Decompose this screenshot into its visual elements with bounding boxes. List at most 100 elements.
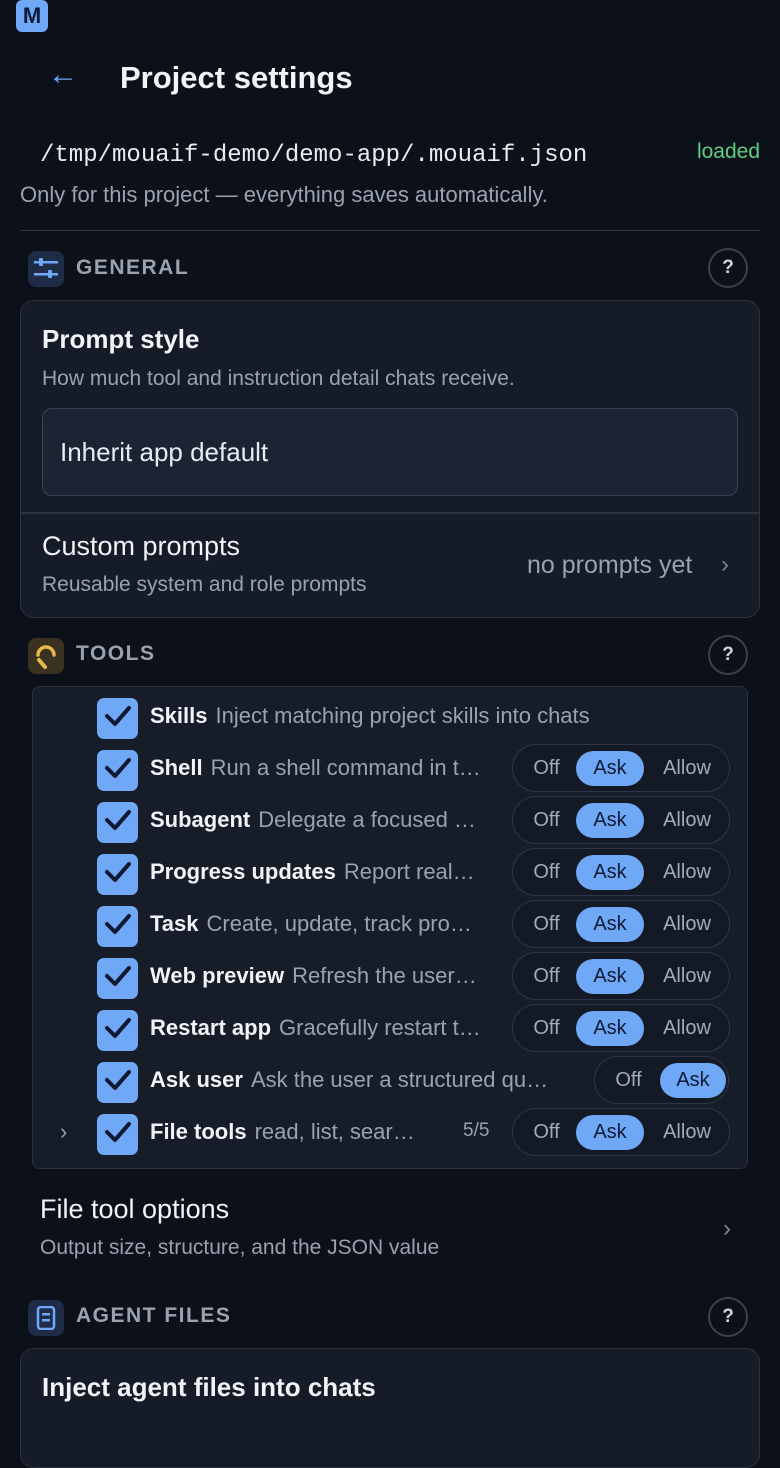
tool-row: Shell Run a shell command in t… Off Ask Allo…: [0, 744, 780, 796]
permission-segmented-control: Off Ask: [594, 1056, 729, 1104]
tool-checkbox[interactable]: [97, 1010, 138, 1051]
permission-option-allow[interactable]: Allow: [649, 907, 725, 942]
permission-option-off[interactable]: Off: [519, 751, 574, 786]
tool-description: Inject matching project skills into chat…: [215, 703, 590, 728]
permission-option-allow[interactable]: Allow: [649, 751, 725, 786]
permission-option-allow[interactable]: Allow: [649, 1115, 725, 1150]
tool-description: Gracefully restart t…: [279, 1015, 481, 1040]
tool-row: Subagent Delegate a focused … Off Ask Allow: [0, 796, 780, 848]
permission-segmented-control: Off Ask Allow: [512, 1004, 730, 1052]
permission-segmented-control: Off Ask Allow: [512, 952, 730, 1000]
tool-name: Restart app: [150, 1015, 272, 1040]
agent-files-card-title: Inject agent files into chats: [42, 1372, 376, 1402]
permission-option-ask[interactable]: Ask: [576, 855, 644, 890]
permission-segmented-control: Off Ask Allow: [512, 1108, 730, 1156]
config-path: /tmp/mouaif-demo/demo-app/.mouaif.json: [40, 142, 588, 169]
tool-checkbox[interactable]: [97, 958, 138, 999]
status-badge: loaded: [696, 140, 760, 163]
tool-checkbox[interactable]: [97, 1062, 138, 1103]
chevron-right-icon: ›: [723, 1215, 731, 1242]
tool-name: Shell: [150, 755, 203, 780]
permission-option-ask[interactable]: Ask: [576, 1011, 644, 1046]
permission-option-ask[interactable]: Ask: [576, 907, 644, 942]
permission-option-ask[interactable]: Ask: [660, 1063, 726, 1098]
permission-option-ask[interactable]: Ask: [576, 803, 644, 838]
permission-option-off[interactable]: Off: [519, 855, 574, 890]
checkmark-icon: [104, 964, 132, 993]
tool-checkbox[interactable]: [97, 698, 138, 739]
permission-option-off[interactable]: Off: [601, 1063, 656, 1098]
wrench-icon: [28, 638, 64, 674]
custom-prompts-value: no prompts yet: [527, 551, 693, 579]
checkmark-icon: [104, 704, 132, 733]
tool-row: Ask user Ask the user a structured qu… Off…: [0, 1056, 780, 1108]
tool-row: Restart app Gracefully restart t… Off Ask Al…: [0, 1004, 780, 1056]
tool-row: Progress updates Report real… Off Ask Allow: [0, 848, 780, 900]
tool-checkbox[interactable]: [97, 854, 138, 895]
tool-label: Shell Run a shell command in t…: [150, 755, 500, 781]
tool-row: Web preview Refresh the user… Off Ask Allow: [0, 952, 780, 1004]
permission-option-ask[interactable]: Ask: [576, 1115, 644, 1150]
permission-option-ask[interactable]: Ask: [576, 959, 644, 994]
checkmark-icon: [104, 860, 132, 889]
tool-description: Delegate a focused …: [258, 807, 476, 832]
app-logo: M: [16, 0, 48, 32]
sliders-icon: [28, 251, 64, 287]
tool-label: Restart app Gracefully restart t…: [150, 1015, 500, 1041]
tool-row: Task Create, update, track pro… Off Ask Allo…: [0, 900, 780, 952]
tool-name: Progress updates: [150, 859, 336, 884]
tool-description: read, list, sear…: [254, 1119, 415, 1144]
page-title: Project settings: [120, 60, 353, 95]
checkmark-icon: [104, 1016, 132, 1045]
tool-description: Run a shell command in t…: [210, 755, 481, 780]
chevron-right-icon: ›: [721, 551, 729, 578]
expand-chevron-icon[interactable]: ›: [60, 1119, 67, 1145]
header-divider: [20, 230, 760, 231]
section-label-agent-files: AGENT FILES: [76, 1304, 232, 1327]
tool-checkbox[interactable]: [97, 802, 138, 843]
permission-option-allow[interactable]: Allow: [649, 1011, 725, 1046]
permission-segmented-control: Off Ask Allow: [512, 796, 730, 844]
permission-option-allow[interactable]: Allow: [649, 959, 725, 994]
tool-label: File tools read, list, sear…: [150, 1119, 452, 1145]
tools-help-button[interactable]: ?: [708, 635, 748, 675]
agent-files-card: [20, 1348, 760, 1468]
permission-segmented-control: Off Ask Allow: [512, 900, 730, 948]
file-tool-options-title: File tool options: [40, 1194, 230, 1224]
tool-name: Web preview: [150, 963, 285, 988]
checkmark-icon: [104, 912, 132, 941]
permission-option-off[interactable]: Off: [519, 1011, 574, 1046]
checkmark-icon: [104, 1120, 132, 1149]
permission-option-off[interactable]: Off: [519, 959, 574, 994]
tool-row: Skills Inject matching project skills int…: [0, 692, 780, 744]
prompt-style-description: How much tool and instruction detail cha…: [42, 367, 515, 390]
tool-description: Refresh the user…: [292, 963, 477, 988]
tool-name: Task: [150, 911, 199, 936]
general-help-button[interactable]: ?: [708, 248, 748, 288]
tool-checkbox[interactable]: [97, 750, 138, 791]
permission-option-allow[interactable]: Allow: [649, 803, 725, 838]
tool-checkbox[interactable]: [97, 1114, 138, 1155]
permission-option-allow[interactable]: Allow: [649, 855, 725, 890]
section-label-tools: TOOLS: [76, 642, 156, 665]
back-arrow-icon[interactable]: ←: [48, 58, 78, 92]
permission-option-ask[interactable]: Ask: [576, 751, 644, 786]
document-icon: [28, 1300, 64, 1336]
checkmark-icon: [104, 808, 132, 837]
checkmark-icon: [104, 756, 132, 785]
tool-checkbox[interactable]: [97, 906, 138, 947]
permission-option-off[interactable]: Off: [519, 1115, 574, 1150]
file-tool-options-description: Output size, structure, and the JSON val…: [40, 1236, 440, 1259]
agent-files-help-button[interactable]: ?: [708, 1297, 748, 1337]
tool-label: Skills Inject matching project skills int…: [150, 703, 730, 729]
permission-segmented-control: Off Ask Allow: [512, 848, 730, 896]
tool-description: Ask the user a structured qu…: [250, 1067, 549, 1092]
prompt-style-select[interactable]: Inherit app default: [42, 408, 738, 496]
permission-option-off[interactable]: Off: [519, 803, 574, 838]
permission-option-off[interactable]: Off: [519, 907, 574, 942]
custom-prompts-title: Custom prompts: [42, 531, 241, 561]
custom-prompts-description: Reusable system and role prompts: [42, 573, 367, 596]
prompt-style-value: Inherit app default: [60, 436, 269, 467]
tool-name: Skills: [150, 703, 208, 728]
tool-label: Ask user Ask the user a structured qu…: [150, 1067, 582, 1093]
